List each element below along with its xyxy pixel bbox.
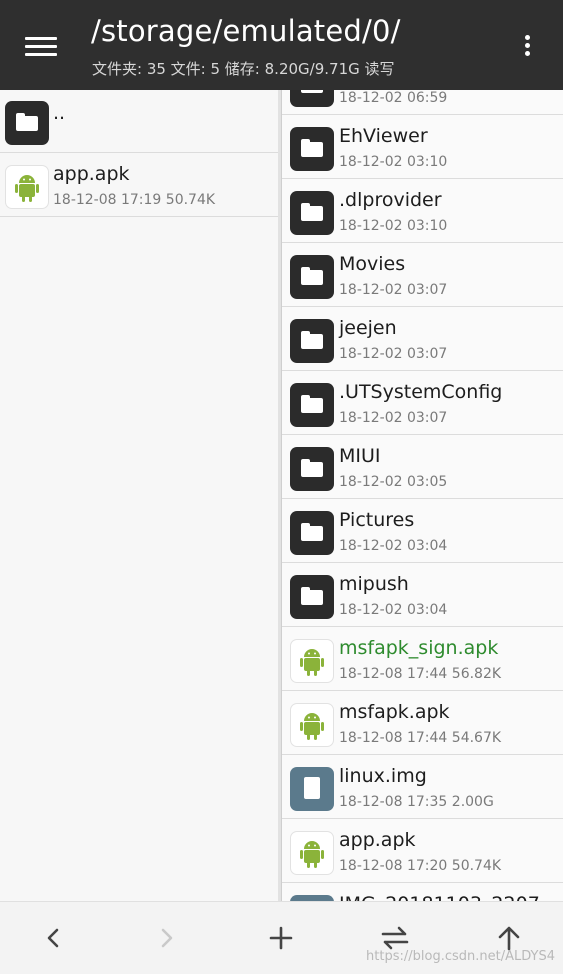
item-meta: 18-12-02 03:04 (339, 538, 448, 554)
right-file-pane[interactable]: 18-12-02 06:59 EhViewer 18-12-02 03:10 .… (281, 90, 563, 901)
item-name: .. (53, 102, 66, 124)
item-name: EhViewer (339, 125, 428, 147)
watermark-text: https://blog.csdn.net/ALDYS4 (366, 949, 555, 964)
list-item[interactable]: app.apk 18-12-08 17:19 50.74K (0, 154, 278, 217)
android-icon (290, 639, 334, 683)
list-item[interactable]: .dlprovider 18-12-02 03:10 (282, 180, 563, 243)
folder-icon (290, 255, 334, 299)
folder-icon (290, 90, 334, 107)
folder-icon (290, 191, 334, 235)
android-icon (5, 165, 49, 209)
file-icon (290, 767, 334, 811)
item-name: mipush (339, 573, 409, 595)
list-item[interactable]: MIUI 18-12-02 03:05 (282, 436, 563, 499)
folder-icon (290, 383, 334, 427)
item-name: .UTSystemConfig (339, 381, 503, 403)
list-item[interactable]: jeejen 18-12-02 03:07 (282, 308, 563, 371)
list-item[interactable]: msfapk_sign.apk 18-12-08 17:44 56.82K (282, 628, 563, 691)
item-meta: 18-12-08 17:19 50.74K (53, 192, 216, 208)
folder-icon (290, 575, 334, 619)
left-file-pane[interactable]: .. app.apk 18-12-08 17:19 50.74K (0, 90, 278, 901)
list-item-partial[interactable]: IMG_20181103_2207 (282, 884, 563, 901)
list-item-parent[interactable]: .. (0, 90, 278, 153)
item-meta: 18-12-02 03:10 (339, 154, 448, 170)
item-name: Movies (339, 253, 406, 275)
item-name: linux.img (339, 765, 427, 787)
list-item[interactable]: msfapk.apk 18-12-08 17:44 54.67K (282, 692, 563, 755)
item-meta: 18-12-08 17:44 56.82K (339, 666, 502, 682)
item-meta: 18-12-02 06:59 (339, 90, 448, 106)
android-icon (290, 831, 334, 875)
item-name: MIUI (339, 445, 381, 467)
folder-icon (290, 447, 334, 491)
hamburger-icon[interactable] (25, 33, 57, 59)
android-icon (290, 703, 334, 747)
item-meta: 18-12-08 17:35 2.00G (339, 794, 494, 810)
folder-icon (290, 319, 334, 363)
list-item[interactable]: .UTSystemConfig 18-12-02 03:07 (282, 372, 563, 435)
item-name: app.apk (339, 829, 416, 851)
list-item[interactable]: EhViewer 18-12-02 03:10 (282, 116, 563, 179)
chevron-left-icon[interactable] (33, 920, 73, 956)
folder-icon (290, 127, 334, 171)
plus-icon[interactable] (261, 920, 301, 956)
folder-icon (5, 101, 49, 145)
path-title: /storage/emulated/0/ (91, 14, 401, 48)
more-vert-icon[interactable] (522, 33, 532, 59)
item-name: Pictures (339, 509, 415, 531)
list-item[interactable]: app.apk 18-12-08 17:20 50.74K (282, 820, 563, 883)
item-meta: 18-12-02 03:05 (339, 474, 448, 490)
item-name: .dlprovider (339, 189, 442, 211)
item-meta: 18-12-08 17:20 50.74K (339, 858, 502, 874)
app-bar: /storage/emulated/0/ 文件夹: 35 文件: 5 储存: 8… (0, 0, 563, 90)
folder-icon (290, 511, 334, 555)
item-meta: 18-12-02 03:04 (339, 602, 448, 618)
item-meta: 18-12-08 17:44 54.67K (339, 730, 502, 746)
list-item[interactable]: mipush 18-12-02 03:04 (282, 564, 563, 627)
chevron-right-icon[interactable] (147, 920, 187, 956)
storage-summary: 文件夹: 35 文件: 5 储存: 8.20G/9.71G 读写 (92, 60, 395, 78)
bottom-toolbar: https://blog.csdn.net/ALDYS4 (0, 901, 563, 974)
item-name: msfapk_sign.apk (339, 637, 499, 659)
item-meta: 18-12-02 03:07 (339, 346, 448, 362)
item-meta: 18-12-02 03:07 (339, 282, 448, 298)
item-name: IMG_20181103_2207 (339, 893, 540, 901)
list-item[interactable]: Movies 18-12-02 03:07 (282, 244, 563, 307)
item-name: jeejen (339, 317, 397, 339)
item-name: app.apk (53, 163, 130, 185)
list-item[interactable]: linux.img 18-12-08 17:35 2.00G (282, 756, 563, 819)
item-name: msfapk.apk (339, 701, 450, 723)
item-meta: 18-12-02 03:07 (339, 410, 448, 426)
item-meta: 18-12-02 03:10 (339, 218, 448, 234)
list-item[interactable]: Pictures 18-12-02 03:04 (282, 500, 563, 563)
list-item-partial[interactable]: 18-12-02 06:59 (282, 90, 563, 115)
